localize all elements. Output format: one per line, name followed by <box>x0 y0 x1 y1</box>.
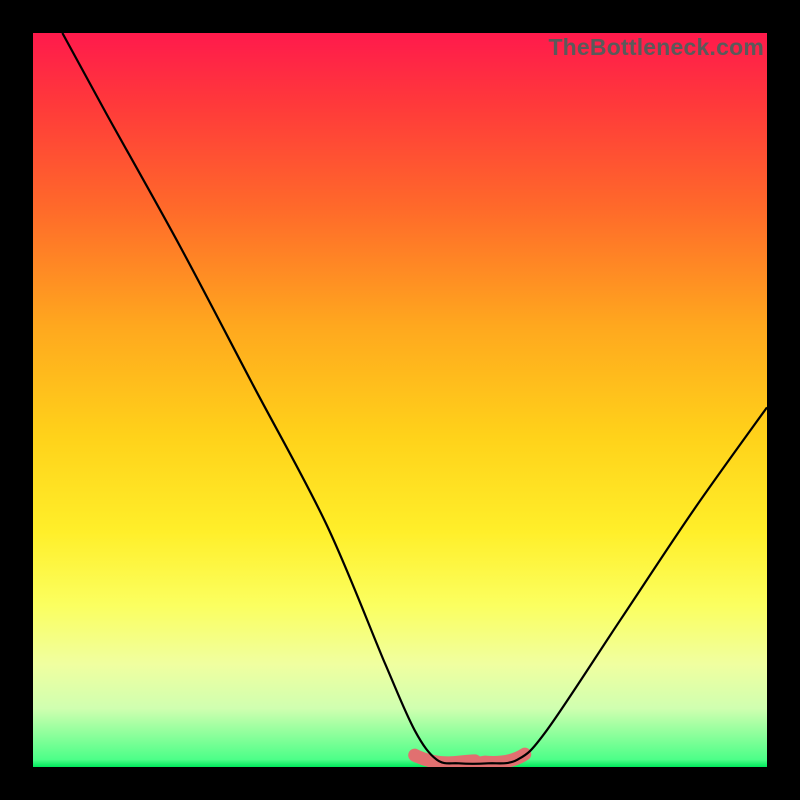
plot-area <box>33 33 767 767</box>
chart-svg <box>33 33 767 767</box>
chart-frame: TheBottleneck.com <box>0 0 800 800</box>
bottleneck-curve <box>62 33 767 764</box>
watermark-text: TheBottleneck.com <box>548 34 764 61</box>
